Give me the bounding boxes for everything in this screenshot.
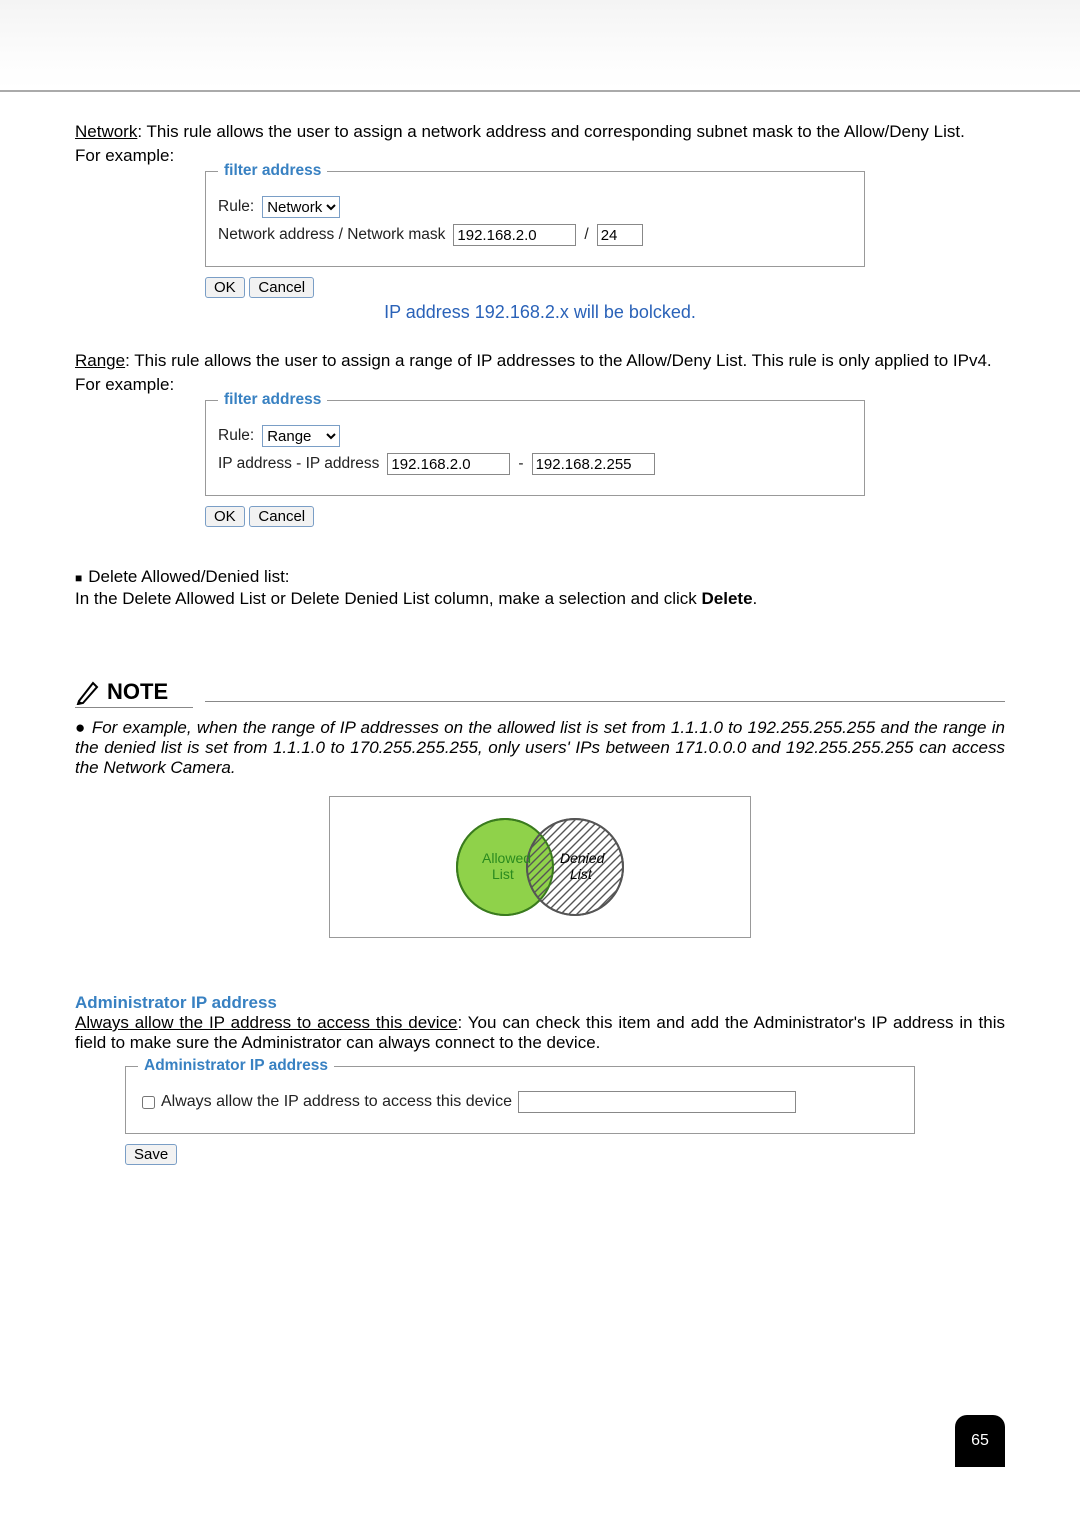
ip-from-input[interactable]	[387, 453, 510, 475]
delete-list-title: Delete Allowed/Denied list:	[88, 567, 289, 587]
network-label: Network	[75, 122, 137, 141]
page-content: Network: This rule allows the user to as…	[0, 92, 1080, 1467]
save-button[interactable]: Save	[125, 1144, 177, 1165]
network-mask-input[interactable]	[597, 224, 643, 246]
network-rule-paragraph: Network: This rule allows the user to as…	[75, 122, 1005, 142]
allowed-label-b: List	[492, 866, 514, 882]
cancel-button-2[interactable]: Cancel	[249, 506, 314, 527]
filter1-caption: IP address 192.168.2.x will be bolcked.	[75, 302, 1005, 323]
ip-range-label: IP address - IP address	[218, 455, 379, 473]
network-desc: : This rule allows the user to assign a …	[137, 122, 964, 141]
rule-label-1: Rule:	[218, 198, 254, 216]
admin-ip-fieldset: Administrator IP address Always allow th…	[125, 1057, 915, 1134]
venn-diagram-box: Allowed List Denied List	[329, 796, 751, 938]
note-underline	[75, 707, 193, 708]
note-rule	[205, 701, 1005, 702]
note-body: ●For example, when the range of IP addre…	[75, 718, 1005, 778]
filter-address-legend-1: filter address	[218, 162, 327, 180]
admin-ip-legend: Administrator IP address	[138, 1057, 334, 1075]
ok-button-2[interactable]: OK	[205, 506, 245, 527]
rule-select-range[interactable]: Range	[262, 425, 340, 447]
range-label: Range	[75, 351, 125, 370]
ip-to-input[interactable]	[532, 453, 655, 475]
note-header: NOTE	[75, 679, 1005, 708]
denied-label-b: List	[570, 866, 593, 882]
network-address-input[interactable]	[453, 224, 576, 246]
delete-list-body: In the Delete Allowed List or Delete Den…	[75, 589, 1005, 609]
network-mask-label: Network address / Network mask	[218, 226, 445, 244]
range-rule-paragraph: Range: This rule allows the user to assi…	[75, 351, 1005, 371]
ok-button-1[interactable]: OK	[205, 277, 245, 298]
filter-address-legend-2: filter address	[218, 391, 327, 409]
allowed-label-a: Allowed	[482, 850, 531, 866]
venn-diagram: Allowed List Denied List	[420, 807, 660, 927]
denied-label-a: Denied	[560, 850, 606, 866]
square-bullet-icon: ■	[75, 567, 82, 589]
filter-address-network-fieldset: filter address Rule: Network Network add…	[205, 162, 865, 267]
range-separator: -	[518, 455, 523, 473]
pencil-icon	[75, 679, 101, 705]
admin-ip-underline: Always allow the IP address to access th…	[75, 1013, 457, 1032]
admin-ip-paragraph: Always allow the IP address to access th…	[75, 1013, 1005, 1053]
page-header-band	[0, 0, 1080, 92]
admin-ip-title: Administrator IP address	[75, 993, 1005, 1013]
rule-select-network[interactable]: Network	[262, 196, 340, 218]
note-title-text: NOTE	[107, 679, 168, 705]
filter-address-range-fieldset: filter address Rule: Range IP address - …	[205, 391, 865, 496]
rule-label-2: Rule:	[218, 427, 254, 445]
page-number-badge: 65	[955, 1415, 1005, 1467]
delete-list-bullet: ■ Delete Allowed/Denied list:	[75, 567, 1005, 589]
always-allow-checkbox[interactable]	[142, 1096, 155, 1109]
cancel-button-1[interactable]: Cancel	[249, 277, 314, 298]
range-desc: : This rule allows the user to assign a …	[125, 351, 992, 370]
mask-separator: /	[584, 226, 588, 244]
always-allow-label: Always allow the IP address to access th…	[161, 1093, 512, 1111]
admin-ip-input[interactable]	[518, 1091, 796, 1113]
